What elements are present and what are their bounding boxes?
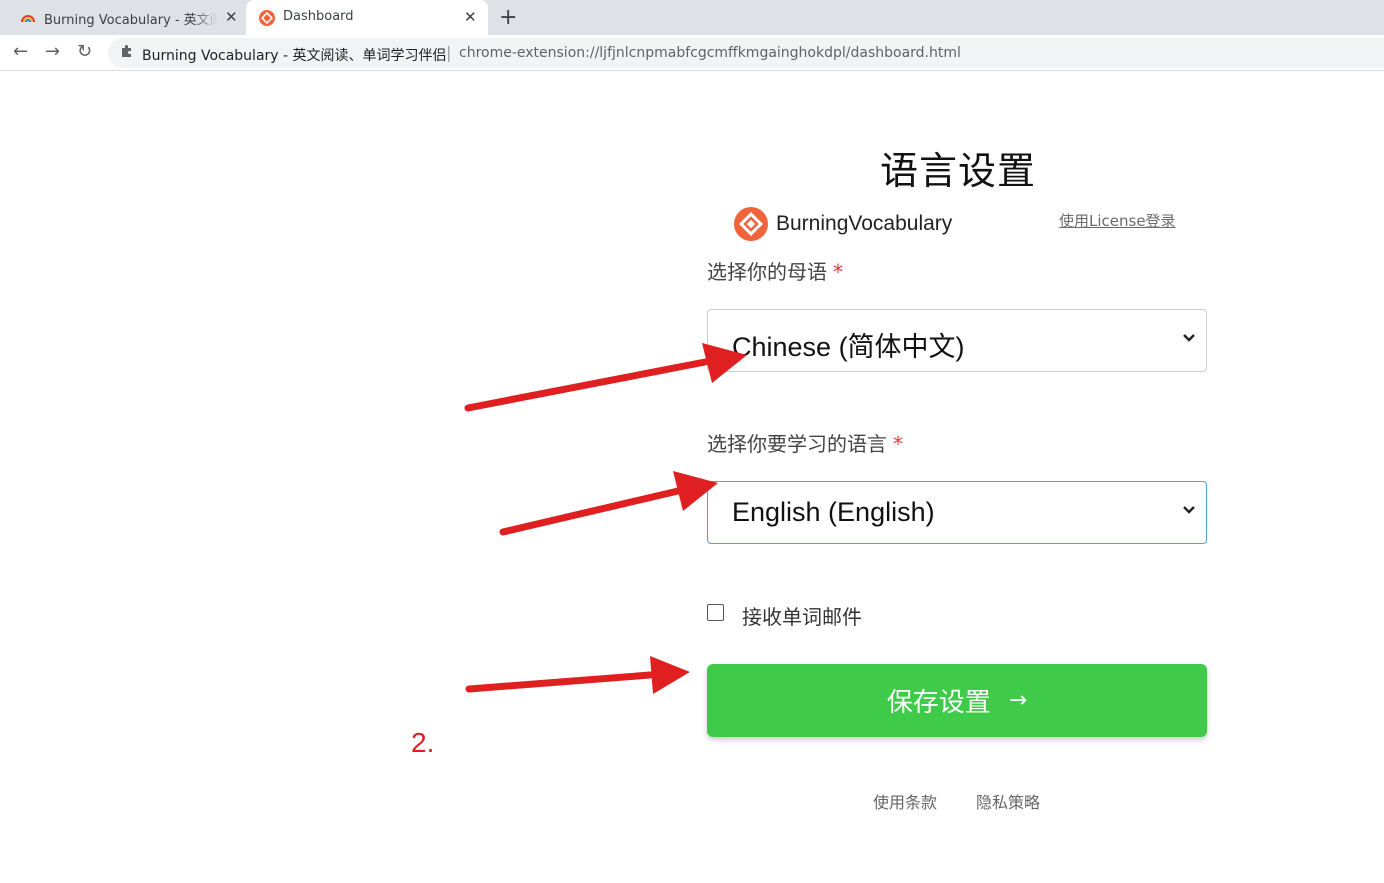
target-language-label-text: 选择你要学习的语言	[707, 432, 887, 456]
burning-vocabulary-logo-icon	[734, 207, 768, 241]
chevron-down-icon	[1183, 506, 1195, 514]
annotation-arrow-3	[465, 656, 690, 694]
rainbow-favicon-icon	[21, 15, 35, 23]
target-language-select[interactable]: English (English)	[707, 481, 1207, 544]
annotation-step-number: 2.	[411, 727, 435, 758]
burning-vocabulary-favicon-icon	[259, 10, 275, 26]
email-subscription-label[interactable]: 接收单词邮件	[742, 601, 862, 630]
address-bar[interactable]: Burning Vocabulary - 英文阅读、单词学习伴侣 | chrom…	[108, 38, 1384, 68]
back-arrow-icon[interactable]: ←	[13, 41, 28, 62]
forward-arrow-icon[interactable]: →	[45, 41, 60, 62]
target-language-value: English (English)	[732, 497, 935, 527]
native-language-select[interactable]: Chinese (简体中文)	[707, 309, 1207, 372]
tab-close-icon[interactable]: ✕	[464, 8, 477, 26]
tab-burning-vocabulary[interactable]: Burning Vocabulary - 英文阅读、 ✕	[0, 0, 246, 35]
page-title: 语言设置	[880, 149, 1037, 193]
reload-icon[interactable]: ↻	[77, 41, 92, 62]
native-language-label-text: 选择你的母语	[707, 260, 827, 284]
arrow-right-icon: →	[1008, 688, 1028, 713]
save-settings-button[interactable]: 保存设置 →	[707, 664, 1207, 737]
tab-title: Dashboard	[283, 9, 354, 24]
native-language-label: 选择你的母语 *	[707, 256, 843, 285]
target-language-label: 选择你要学习的语言 *	[707, 428, 903, 457]
required-mark: *	[893, 432, 903, 456]
save-settings-label: 保存设置	[886, 688, 991, 718]
tab-close-icon[interactable]: ✕	[225, 8, 238, 26]
email-subscription-checkbox[interactable]	[707, 604, 724, 621]
extension-puzzle-icon	[122, 45, 131, 57]
browser-toolbar: ← → ↻ Burning Vocabulary - 英文阅读、单词学习伴侣 |…	[0, 35, 1384, 71]
privacy-link[interactable]: 隐私策略	[976, 789, 1040, 813]
tab-title: Burning Vocabulary - 英文阅读、	[44, 13, 218, 28]
required-mark: *	[833, 260, 843, 284]
annotation-arrow-2	[499, 471, 718, 536]
tab-dashboard[interactable]: Dashboard ✕	[246, 0, 488, 35]
brand-name: BurningVocabulary	[776, 212, 953, 235]
browser-tab-strip: Burning Vocabulary - 英文阅读、 ✕ Dashboard ✕…	[0, 0, 1384, 35]
url-separator: |	[446, 43, 452, 62]
url-text[interactable]: chrome-extension://ljfjnlcnpmabfcgcmffkm…	[459, 45, 961, 61]
site-name: Burning Vocabulary - 英文阅读、单词学习伴侣	[142, 48, 447, 64]
annotation-arrows	[464, 343, 747, 694]
chevron-down-icon	[1183, 334, 1195, 342]
terms-link[interactable]: 使用条款	[873, 789, 937, 813]
new-tab-icon[interactable]: +	[499, 5, 517, 30]
license-login-link[interactable]: 使用License登录	[1059, 210, 1176, 231]
native-language-value: Chinese (简体中文)	[732, 332, 965, 362]
annotation-arrow-1	[464, 343, 747, 412]
